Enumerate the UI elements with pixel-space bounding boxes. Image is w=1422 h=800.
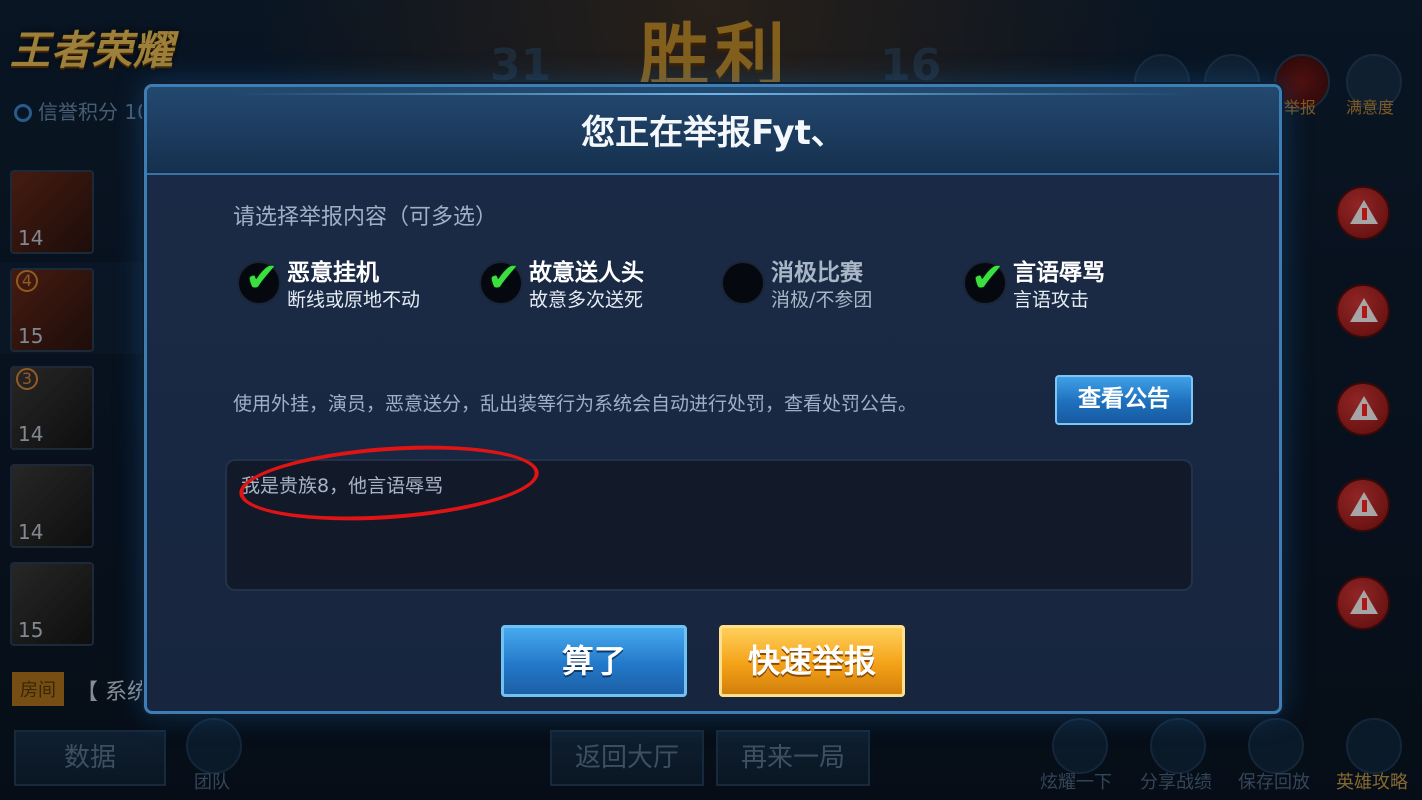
report-textarea[interactable]: 我是贵族8，他言语辱骂 — [225, 459, 1193, 591]
option-title: 恶意挂机 — [287, 260, 379, 286]
checkbox-verbal-abuse[interactable]: ✔ — [963, 255, 1007, 305]
checkbox-afk[interactable]: ✔ — [237, 255, 281, 305]
dialog-title: 您正在举报Fyt、 — [581, 113, 845, 153]
checkbox-passive[interactable] — [721, 261, 765, 305]
option-desc: 消极/不参团 — [771, 289, 873, 311]
option-title: 故意送人头 — [529, 260, 644, 286]
check-icon: ✔ — [971, 255, 1005, 301]
dialog-header: 您正在举报Fyt、 — [147, 87, 1279, 175]
option-afk[interactable]: ✔ 恶意挂机 断线或原地不动 — [237, 249, 467, 319]
report-dialog: 您正在举报Fyt、 请选择举报内容（可多选） ✔ 恶意挂机 断线或原地不动 ✔ … — [144, 84, 1282, 714]
check-icon: ✔ — [245, 255, 279, 301]
option-title: 言语辱骂 — [1013, 260, 1105, 286]
option-feeding[interactable]: ✔ 故意送人头 故意多次送死 — [479, 249, 709, 319]
option-desc: 言语攻击 — [1013, 289, 1090, 311]
option-desc: 断线或原地不动 — [287, 289, 421, 311]
check-icon: ✔ — [487, 255, 521, 301]
quick-report-button[interactable]: 快速举报 — [719, 625, 905, 697]
report-prompt: 请选择举报内容（可多选） — [233, 205, 498, 230]
option-title: 消极比赛 — [771, 260, 863, 286]
option-passive[interactable]: 消极比赛 消极/不参团 — [721, 249, 951, 319]
option-desc: 故意多次送死 — [529, 289, 644, 311]
checkbox-feeding[interactable]: ✔ — [479, 255, 523, 305]
option-verbal-abuse[interactable]: ✔ 言语辱骂 言语攻击 — [963, 249, 1193, 319]
penalty-notice: 使用外挂，演员，恶意送分，乱出装等行为系统会自动进行处罚，查看处罚公告。 — [233, 393, 918, 415]
cancel-button[interactable]: 算了 — [501, 625, 687, 697]
view-notice-button[interactable]: 查看公告 — [1055, 375, 1193, 425]
